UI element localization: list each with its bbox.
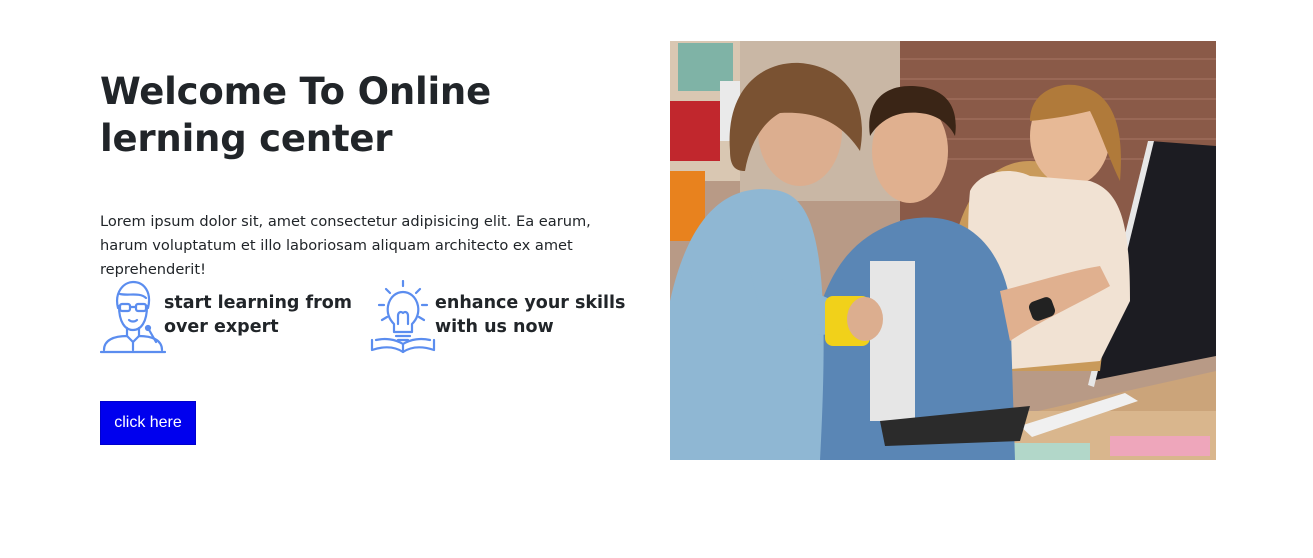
feature-label: start learning from over expert	[164, 293, 353, 337]
title-line-2: lerning center	[100, 117, 393, 160]
click-here-button[interactable]: click here	[100, 401, 196, 445]
feature-expert-learning: start learning from over expert	[100, 280, 352, 355]
hero-description: Lorem ipsum dolor sit, amet consectetur …	[100, 213, 591, 278]
title-line-1: Welcome To Online	[100, 70, 491, 113]
hero-photo	[670, 41, 1216, 460]
feature-label: enhance your skills with us now	[435, 293, 626, 337]
students-at-computer-photo	[670, 41, 1216, 460]
page-title: Welcome To Online lerning center	[100, 68, 620, 162]
lightbulb-book-icon	[370, 280, 436, 354]
teacher-icon	[100, 280, 166, 354]
hero-section: Welcome To Online lerning center Lorem i…	[0, 0, 1313, 558]
feature-enhance-skills: enhance your skills with us now	[370, 280, 630, 355]
